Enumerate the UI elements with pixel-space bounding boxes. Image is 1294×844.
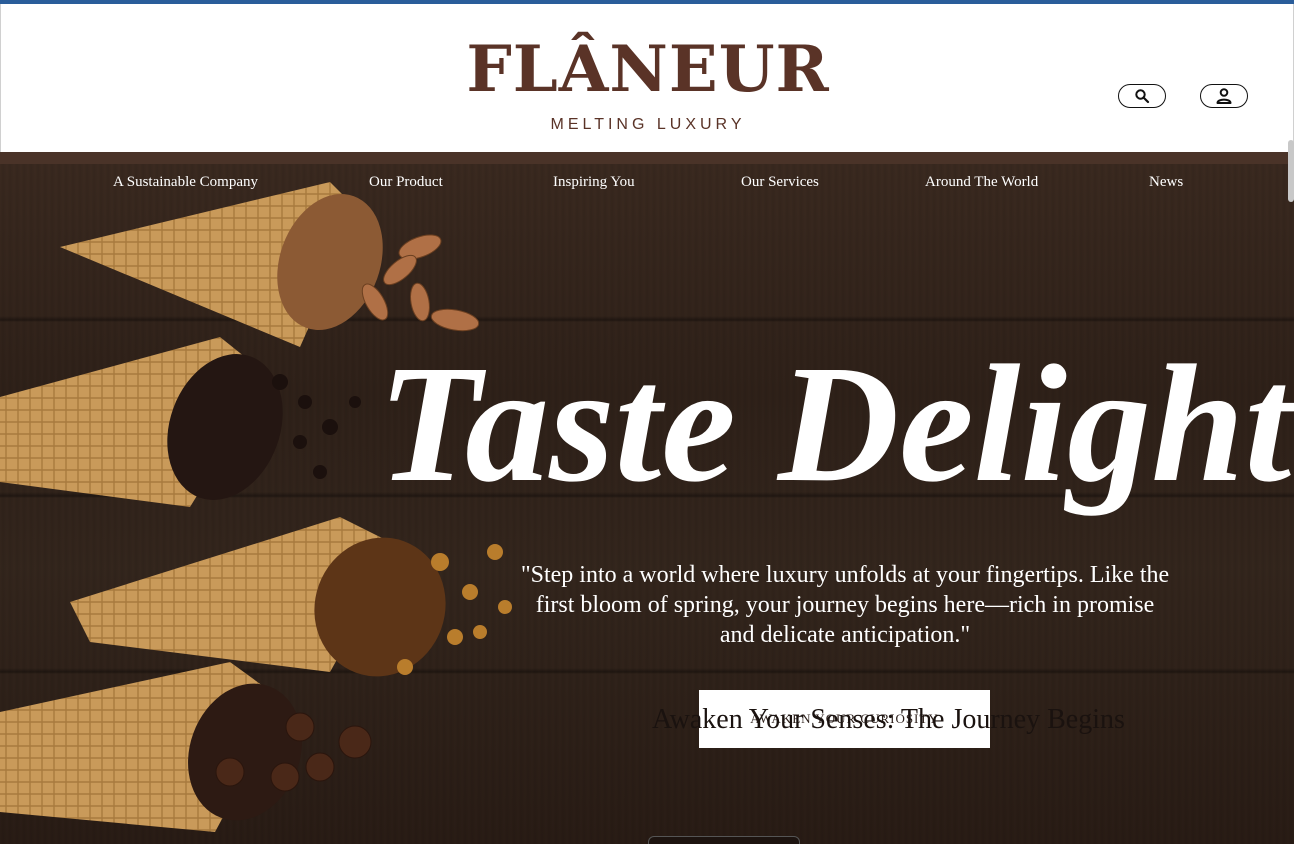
nav-item-inspiring-you[interactable]: Inspiring You <box>553 174 635 191</box>
search-button[interactable] <box>1118 84 1166 108</box>
account-button[interactable] <box>1200 84 1248 108</box>
nav-item-around-the-world[interactable]: Around The World <box>925 174 1038 191</box>
nav-item-our-product[interactable]: Our Product <box>369 174 443 191</box>
scrollbar-thumb[interactable] <box>1288 140 1294 202</box>
cta-heading: Awaken Your Senses: The Journey Begins <box>652 704 1125 735</box>
bottom-button-partial[interactable] <box>648 836 800 844</box>
nav-item-sustainable-company[interactable]: A Sustainable Company <box>113 174 258 191</box>
hero-quote: "Step into a world where luxury unfolds … <box>520 562 1170 648</box>
nav-item-our-services[interactable]: Our Services <box>741 174 819 191</box>
nav-item-news[interactable]: News <box>1149 174 1183 191</box>
brand-tagline: MELTING LUXURY <box>550 116 746 133</box>
user-icon <box>1216 88 1232 104</box>
brand-logo[interactable]: FLÂNEUR MELTING LUXURY <box>1 34 1294 134</box>
search-icon <box>1135 89 1150 104</box>
hero-title: Taste Delight <box>378 331 1292 517</box>
site-header: FLÂNEUR MELTING LUXURY <box>0 4 1294 152</box>
hero-section: A Sustainable Company Our Product Inspir… <box>0 152 1294 844</box>
brand-name: FLÂNEUR <box>466 32 830 107</box>
main-nav: A Sustainable Company Our Product Inspir… <box>0 174 1294 198</box>
